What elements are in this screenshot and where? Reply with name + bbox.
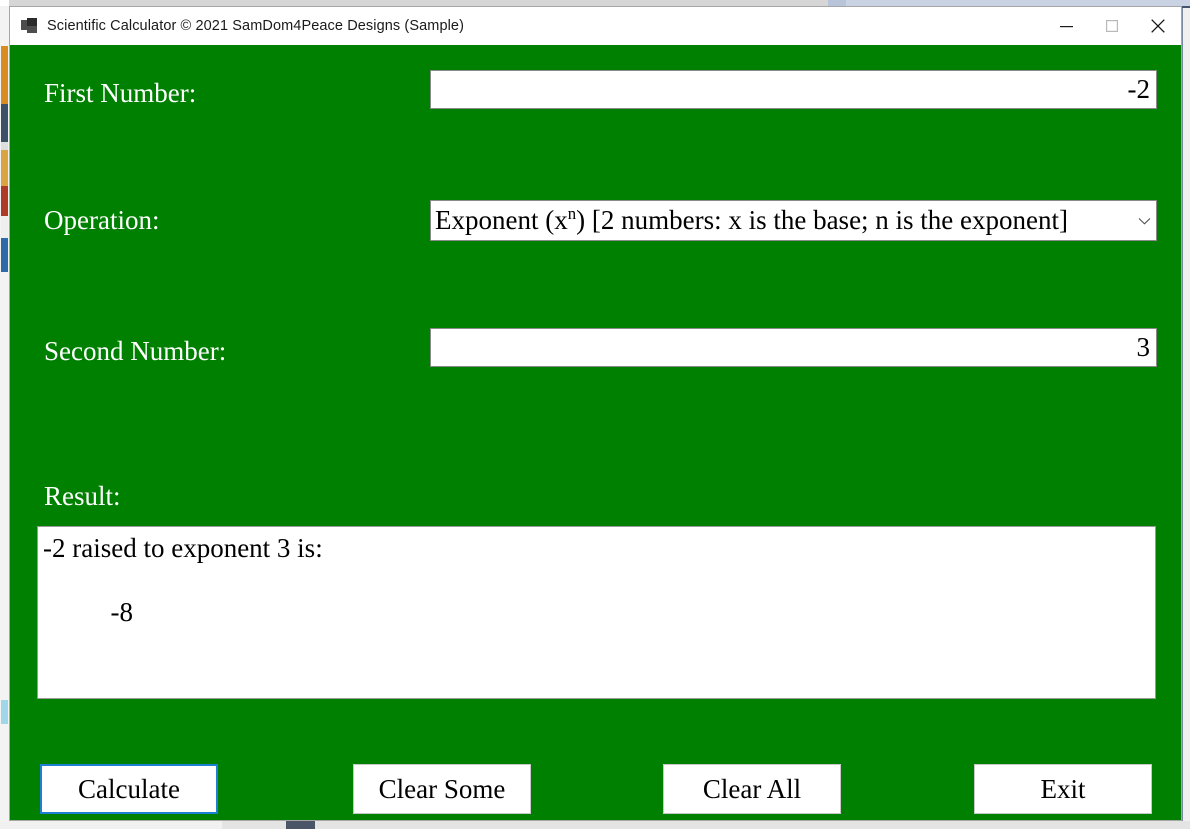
- background-chip-light: [1, 216, 8, 238]
- result-output[interactable]: -2 raised to exponent 3 is: -8: [37, 526, 1156, 699]
- calculate-button[interactable]: Calculate: [40, 764, 218, 814]
- first-number-input[interactable]: -2: [430, 70, 1157, 109]
- clear-some-button[interactable]: Clear Some: [353, 764, 531, 814]
- background-window-right-accent: [1181, 6, 1190, 8]
- second-number-input[interactable]: 3: [430, 328, 1157, 367]
- maximize-icon: [1106, 20, 1118, 32]
- background-chip-blue: [1, 104, 8, 142]
- minimize-icon: [1059, 25, 1073, 27]
- background-chip-red: [1, 186, 8, 216]
- app-windows-icon: [21, 18, 37, 34]
- background-chip-amber: [1, 150, 8, 186]
- operation-dropdown[interactable]: Exponent (xn) [2 numbers: x is the base;…: [430, 200, 1157, 241]
- background-window-right: [1182, 6, 1190, 821]
- background-chip-cyan: [1, 700, 8, 724]
- result-label: Result:: [44, 481, 121, 511]
- maximize-button[interactable]: [1089, 7, 1135, 45]
- background-chip-orange: [1, 46, 8, 104]
- operation-selected-value: Exponent (xn) [2 numbers: x is the base;…: [435, 204, 1069, 235]
- second-number-label: Second Number:: [44, 336, 227, 366]
- exit-button[interactable]: Exit: [974, 764, 1152, 814]
- background-chip-gray: [1, 142, 8, 150]
- clear-all-button[interactable]: Clear All: [663, 764, 841, 814]
- desktop-background: Scientific Calculator © 2021 SamDom4Peac…: [0, 0, 1190, 829]
- minimize-button[interactable]: [1043, 7, 1089, 45]
- scientific-calculator-window: Scientific Calculator © 2021 SamDom4Peac…: [9, 6, 1182, 821]
- operation-label: Operation:: [44, 205, 160, 235]
- window-title: Scientific Calculator © 2021 SamDom4Peac…: [47, 18, 465, 34]
- close-button[interactable]: [1135, 7, 1181, 45]
- background-bottom-strip-secondary: [222, 821, 1190, 829]
- close-icon: [1151, 19, 1165, 33]
- window-titlebar[interactable]: Scientific Calculator © 2021 SamDom4Peac…: [10, 7, 1181, 45]
- calculator-form: First Number: -2 Operation: Exponent (xn…: [10, 45, 1181, 820]
- first-number-label: First Number:: [44, 78, 197, 108]
- background-chip-navy: [1, 238, 8, 272]
- chevron-down-icon[interactable]: [1132, 217, 1156, 225]
